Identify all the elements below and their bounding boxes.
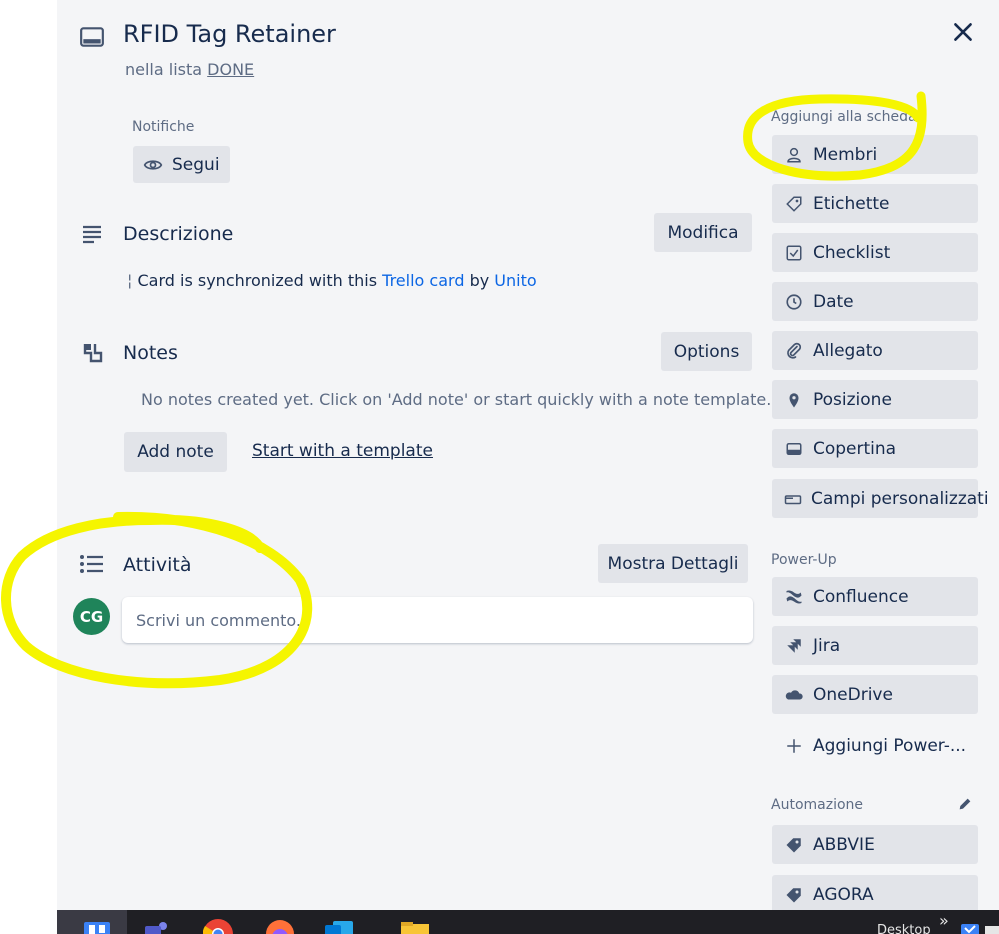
activity-icon: [79, 551, 105, 577]
onedrive-label: OneDrive: [813, 684, 893, 705]
labels-button[interactable]: Etichette: [772, 184, 978, 223]
follow-button[interactable]: Segui: [133, 146, 230, 183]
powerups-label: Power-Up: [771, 552, 837, 568]
location-button[interactable]: Posizione: [772, 380, 978, 419]
custom-fields-label: Campi personalizzati: [811, 488, 989, 509]
desktop-toolbar-label[interactable]: Desktop: [877, 923, 931, 934]
confluence-label: Confluence: [813, 586, 909, 607]
card-detail-modal: RFID Tag Retainer nella lista DONE Notif…: [57, 0, 999, 914]
jira-icon: [784, 636, 804, 656]
jira-button[interactable]: Jira: [772, 626, 978, 665]
notes-empty-text: No notes created yet. Click on 'Add note…: [141, 390, 772, 409]
chrome-icon[interactable]: [203, 910, 233, 934]
comment-input[interactable]: Scrivi un commento...: [122, 597, 753, 643]
file-explorer-icon[interactable]: [401, 910, 431, 934]
confluence-icon: [784, 587, 804, 607]
person-icon: [784, 145, 804, 165]
automation-abbvie-button[interactable]: ABBVIE: [772, 825, 978, 864]
checklist-label: Checklist: [813, 242, 891, 263]
dates-button[interactable]: Date: [772, 282, 978, 321]
automation-label: Automazione: [771, 797, 864, 813]
custom-fields-icon: [784, 489, 802, 509]
attachment-label: Allegato: [813, 340, 883, 361]
automation-abbvie-label: ABBVIE: [813, 834, 875, 855]
automation-agora-label: AGORA: [813, 884, 874, 905]
start-with-template-link[interactable]: Start with a template: [252, 441, 433, 461]
display-tray-icon[interactable]: [985, 910, 999, 934]
description-prefix-mark: ¦: [127, 271, 133, 290]
close-icon[interactable]: [947, 16, 979, 48]
eye-icon: [143, 155, 163, 175]
add-to-card-label: Aggiungi alla scheda: [771, 109, 917, 125]
tag-filled-icon: [784, 885, 804, 905]
notes-options-button[interactable]: Options: [661, 332, 752, 371]
taskbar-trello-button[interactable]: [57, 910, 127, 934]
paperclip-icon: [784, 341, 804, 361]
activity-title: Attività: [123, 554, 192, 576]
onedrive-icon: [784, 685, 804, 705]
add-note-button[interactable]: Add note: [124, 432, 227, 472]
list-link[interactable]: DONE: [207, 60, 254, 79]
list-prefix: nella lista: [125, 60, 203, 79]
add-powerup-button[interactable]: Aggiungi Power-...: [772, 726, 978, 765]
edit-description-button[interactable]: Modifica: [654, 213, 752, 252]
pencil-icon[interactable]: [954, 793, 976, 815]
notifications-label: Notifiche: [132, 119, 195, 135]
firefox-icon[interactable]: [265, 910, 295, 934]
members-button[interactable]: Membri: [772, 135, 978, 174]
card-cover-icon: [784, 439, 804, 459]
description-text-before: Card is synchronized with this: [137, 271, 378, 290]
card-icon: [79, 24, 105, 50]
security-tray-icon[interactable]: [961, 910, 979, 934]
description-icon: [79, 221, 105, 247]
taskbar-overflow-icon[interactable]: »: [939, 911, 949, 930]
members-label: Membri: [813, 144, 878, 165]
show-details-button[interactable]: Mostra Dettagli: [598, 544, 748, 583]
notes-title: Notes: [123, 342, 178, 364]
labels-label: Etichette: [813, 193, 890, 214]
custom-fields-button[interactable]: Campi personalizzati: [772, 479, 989, 518]
description-text-middle: by: [469, 271, 490, 290]
tag-icon: [784, 194, 804, 214]
confluence-button[interactable]: Confluence: [772, 577, 978, 616]
notes-icon: [80, 340, 106, 366]
teams-icon[interactable]: [143, 910, 173, 934]
tag-filled-icon: [784, 835, 804, 855]
card-title[interactable]: RFID Tag Retainer: [123, 20, 336, 48]
unito-link[interactable]: Unito: [494, 271, 536, 290]
follow-label: Segui: [172, 154, 220, 175]
plus-icon: [784, 736, 804, 756]
description-title: Descrizione: [123, 223, 234, 245]
location-pin-icon: [784, 390, 804, 410]
automation-agora-button[interactable]: AGORA: [772, 875, 978, 914]
attachment-button[interactable]: Allegato: [772, 331, 978, 370]
taskbar: Desktop »: [57, 910, 999, 934]
jira-label: Jira: [813, 635, 841, 656]
clock-icon: [784, 292, 804, 312]
checklist-button[interactable]: Checklist: [772, 233, 978, 272]
cover-button[interactable]: Copertina: [772, 429, 978, 468]
outlook-icon[interactable]: [325, 910, 355, 934]
trello-card-link[interactable]: Trello card: [382, 271, 464, 290]
add-powerup-label: Aggiungi Power-...: [813, 735, 967, 756]
dates-label: Date: [813, 291, 854, 312]
checkbox-icon: [784, 243, 804, 263]
avatar[interactable]: CG: [73, 598, 110, 635]
location-label: Posizione: [813, 389, 892, 410]
description-text: ¦ Card is synchronized with this Trello …: [127, 271, 537, 290]
cover-label: Copertina: [813, 438, 897, 459]
card-list-info: nella lista DONE: [125, 60, 254, 79]
onedrive-button[interactable]: OneDrive: [772, 675, 978, 714]
